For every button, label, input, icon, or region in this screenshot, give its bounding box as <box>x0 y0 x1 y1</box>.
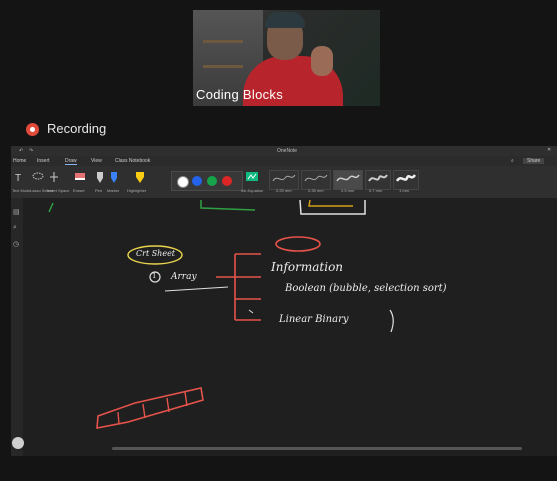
text-mode-icon[interactable]: T <box>13 170 27 184</box>
pen-icon[interactable] <box>93 170 107 184</box>
eraser-icon[interactable] <box>73 170 87 184</box>
ink-layer <box>48 199 394 429</box>
back-icon[interactable]: ↶ <box>19 148 23 154</box>
closing-paren <box>389 309 394 333</box>
close-icon[interactable]: ✕ <box>547 147 551 153</box>
recording-icon <box>26 123 39 136</box>
participant-name: Coding Blocks <box>196 87 283 102</box>
window-title: OneNote <box>277 148 298 154</box>
color-green-swatch[interactable] <box>207 176 217 186</box>
text-mode-label: Text Mode <box>12 188 31 193</box>
title-bar: ↶ ↷ OneNote ✕ <box>11 146 557 156</box>
search-icon[interactable]: ⌕ <box>13 224 17 232</box>
highlighter-icon[interactable] <box>133 170 147 184</box>
pen-preset-label: 0.35 mm <box>308 188 324 193</box>
lasso-icon[interactable] <box>31 170 45 184</box>
recording-label: Recording <box>47 121 107 136</box>
pen-preset[interactable] <box>269 170 299 190</box>
person-hand <box>311 46 333 76</box>
bullet-number: 1 <box>152 272 157 280</box>
notebooks-icon[interactable]: ▤ <box>13 208 20 216</box>
ink-dash <box>248 309 254 314</box>
tab-draw[interactable]: Draw <box>65 158 77 165</box>
insert-space-icon[interactable] <box>47 170 61 184</box>
pen-preset-label: 1 mm <box>399 188 409 193</box>
note-line-2: Boolean (bubble, selection sort) <box>285 283 447 294</box>
user-avatar-icon[interactable] <box>12 437 24 449</box>
note-line-3: Linear Binary <box>279 314 349 325</box>
note-line-1: Information <box>271 260 344 274</box>
marker-label: Marker <box>107 188 120 193</box>
note-canvas[interactable]: Crt Sheet 1 Array Information Boolean (b… <box>23 198 557 456</box>
pen-preset[interactable] <box>393 170 419 190</box>
color-white-swatch[interactable] <box>177 176 189 188</box>
tab-class-notebook[interactable]: Class Notebook <box>115 158 150 164</box>
insert-space-label: Insert Space <box>47 188 70 193</box>
tab-home[interactable]: Home <box>13 158 26 164</box>
chip-text: Crt Sheet <box>136 249 176 258</box>
person-hair <box>265 12 305 28</box>
recent-icon[interactable]: ◷ <box>13 240 19 248</box>
ink-equation-label: Ink Equation <box>241 188 264 193</box>
ribbon-tabs: Home Insert Draw View Class Notebook ⌕ S… <box>11 156 557 166</box>
pen-preset-label: 0.25 mm <box>276 188 292 193</box>
ink-stroke-yellow <box>308 199 353 207</box>
shelf <box>203 65 243 68</box>
svg-text:T: T <box>15 173 21 184</box>
left-nav: ▤ ⌕ ◷ <box>11 198 23 456</box>
color-blue-swatch[interactable] <box>192 176 202 186</box>
pen-label: Pen <box>95 188 103 193</box>
highlighter-label: Highlighter <box>127 188 147 193</box>
pen-preset-label: 0.7 mm <box>369 188 383 193</box>
search-icon[interactable]: ⌕ <box>511 158 514 164</box>
underline-stroke <box>164 286 229 292</box>
ink-stroke-green <box>200 200 256 211</box>
pen-preset-selected[interactable] <box>333 170 363 190</box>
ink-stroke-green <box>48 202 54 213</box>
eraser-label: Eraser <box>73 188 85 193</box>
color-red-swatch[interactable] <box>222 176 232 186</box>
tab-view[interactable]: View <box>91 158 102 164</box>
array-outline <box>96 387 204 429</box>
tab-insert[interactable]: Insert <box>37 158 50 164</box>
pen-preset[interactable] <box>301 170 331 190</box>
array-label: Array <box>171 272 197 282</box>
ribbon-toolbar: T Text Mode Lasso Select Insert Space Er… <box>11 166 557 199</box>
onenote-window: ↶ ↷ OneNote ✕ Home Insert Draw View Clas… <box>11 146 557 456</box>
horizontal-scrollbar[interactable] <box>112 447 522 450</box>
pen-preset[interactable] <box>365 170 391 190</box>
marker-icon[interactable] <box>107 170 121 184</box>
red-ellipse <box>275 236 321 252</box>
pen-preset-label: 0.5 mm <box>341 188 355 193</box>
color-palette <box>171 171 243 191</box>
undo-icon[interactable]: ↷ <box>29 148 33 154</box>
shelf <box>203 40 243 43</box>
share-button[interactable]: Share <box>523 158 545 164</box>
ink-equation-icon[interactable] <box>245 170 259 184</box>
